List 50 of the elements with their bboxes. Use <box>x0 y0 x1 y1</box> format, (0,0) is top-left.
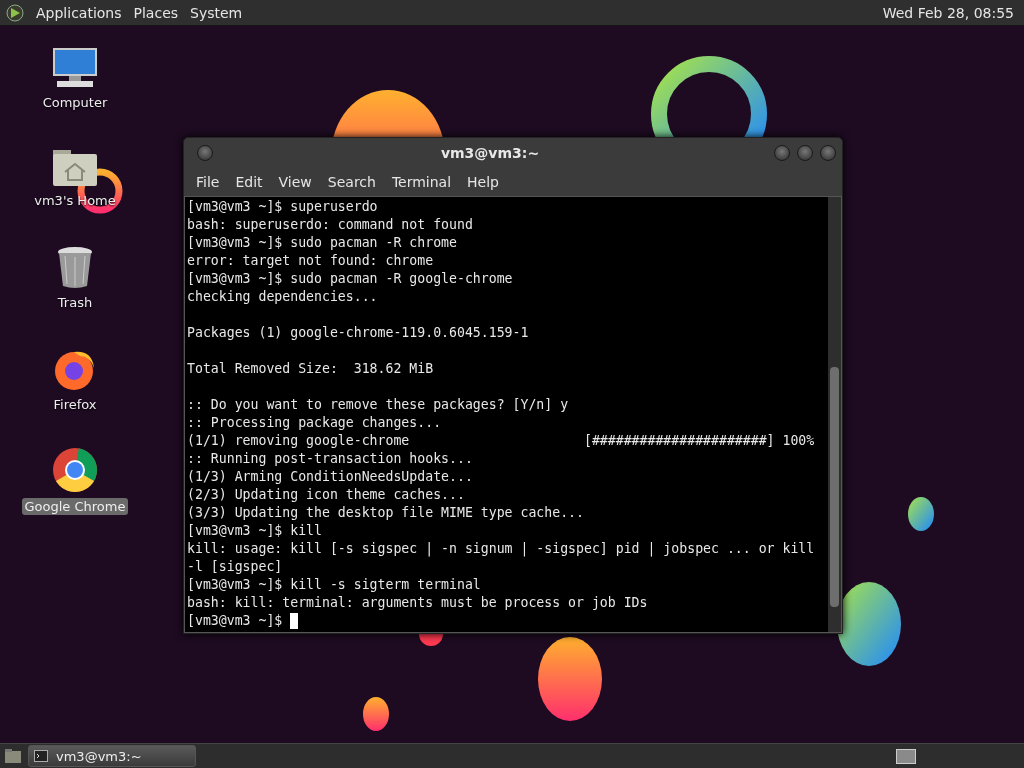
terminal-line: :: Do you want to remove these packages? [Y/n] y <box>187 397 569 412</box>
terminal-line: [vm3@vm3 ~]$ <box>187 613 284 628</box>
terminal-line: :: Processing package changes... <box>187 415 442 430</box>
workspace-switcher[interactable] <box>896 748 916 764</box>
menu-item[interactable]: Terminal <box>383 170 460 194</box>
minimize-button[interactable] <box>774 145 790 161</box>
desktop-icon-label[interactable]: Google Chrome <box>21 498 129 515</box>
scrollbar-thumb[interactable] <box>830 367 839 607</box>
panel-menu[interactable]: System <box>190 4 243 21</box>
terminal-line: (3/3) Updating the desktop file MIME type cache... <box>187 505 584 520</box>
menu-item[interactable]: View <box>270 170 320 194</box>
terminal-line: -l [sigspec] <box>187 559 283 574</box>
terminal-line: (2/3) Updating icon theme caches... <box>187 487 465 502</box>
desktop-icon-label[interactable]: Trash <box>54 294 96 311</box>
terminal-line: [vm3@vm3 ~]$ kill <box>187 523 322 538</box>
terminal-line: checking dependencies... <box>187 289 378 304</box>
terminal-line: error: target not found: chrome <box>187 253 434 268</box>
terminal-line: (1/3) Arming ConditionNeedsUpdate... <box>187 469 473 484</box>
desktop-icon-label[interactable]: Computer <box>39 94 111 111</box>
terminal-line: [vm3@vm3 ~]$ superuserdo <box>187 199 378 214</box>
maximize-button[interactable] <box>797 145 813 161</box>
terminal-line: Packages (1) google-chrome-119.0.6045.159-1 <box>187 325 529 340</box>
chrome-icon <box>51 446 99 494</box>
terminal-icon <box>34 750 48 762</box>
clock[interactable]: Wed Feb 28, 08:55 <box>882 4 1018 21</box>
terminal-line: (1/1) removing google-chrome [######################] 100% <box>187 433 815 448</box>
terminal-line: bash: superuserdo: command not found <box>187 217 473 232</box>
window-menu-button[interactable] <box>197 145 213 161</box>
show-desktop-icon[interactable] <box>4 748 22 764</box>
taskbar-task[interactable]: vm3@vm3:~ <box>28 745 196 767</box>
menu-item[interactable]: File <box>188 170 228 194</box>
text-cursor <box>290 613 299 629</box>
terminal-line: [vm3@vm3 ~]$ sudo pacman -R google-chrome <box>187 271 513 286</box>
menu-item[interactable]: Help <box>459 170 507 194</box>
terminal-line: kill: usage: kill [-s sigspec | -n signum | -sigspec] pid | jobspec ... or kill <box>187 541 815 556</box>
panel-menu[interactable]: Places <box>133 4 179 21</box>
terminal-line: [vm3@vm3 ~]$ kill -s sigterm terminal <box>187 577 481 592</box>
terminal-line: Total Removed Size: 318.62 MiB <box>187 361 434 376</box>
close-button[interactable] <box>820 145 836 161</box>
trash-icon <box>55 246 95 290</box>
terminal-line: bash: kill: terminal: arguments must be process or job IDs <box>187 595 648 610</box>
terminal-line: [vm3@vm3 ~]$ sudo pacman -R chrome <box>187 235 457 250</box>
panel-menu[interactable]: Applications <box>36 4 122 21</box>
desktop-icon-label[interactable]: Firefox <box>50 396 100 413</box>
logo-icon[interactable] <box>6 3 24 22</box>
menu-item[interactable]: Edit <box>227 170 271 194</box>
menu-item[interactable]: Search <box>319 170 384 194</box>
terminal-line: :: Running post-transaction hooks... <box>187 451 473 466</box>
window-title: vm3@vm3:~ <box>439 145 541 161</box>
scrollbar[interactable] <box>828 197 841 632</box>
